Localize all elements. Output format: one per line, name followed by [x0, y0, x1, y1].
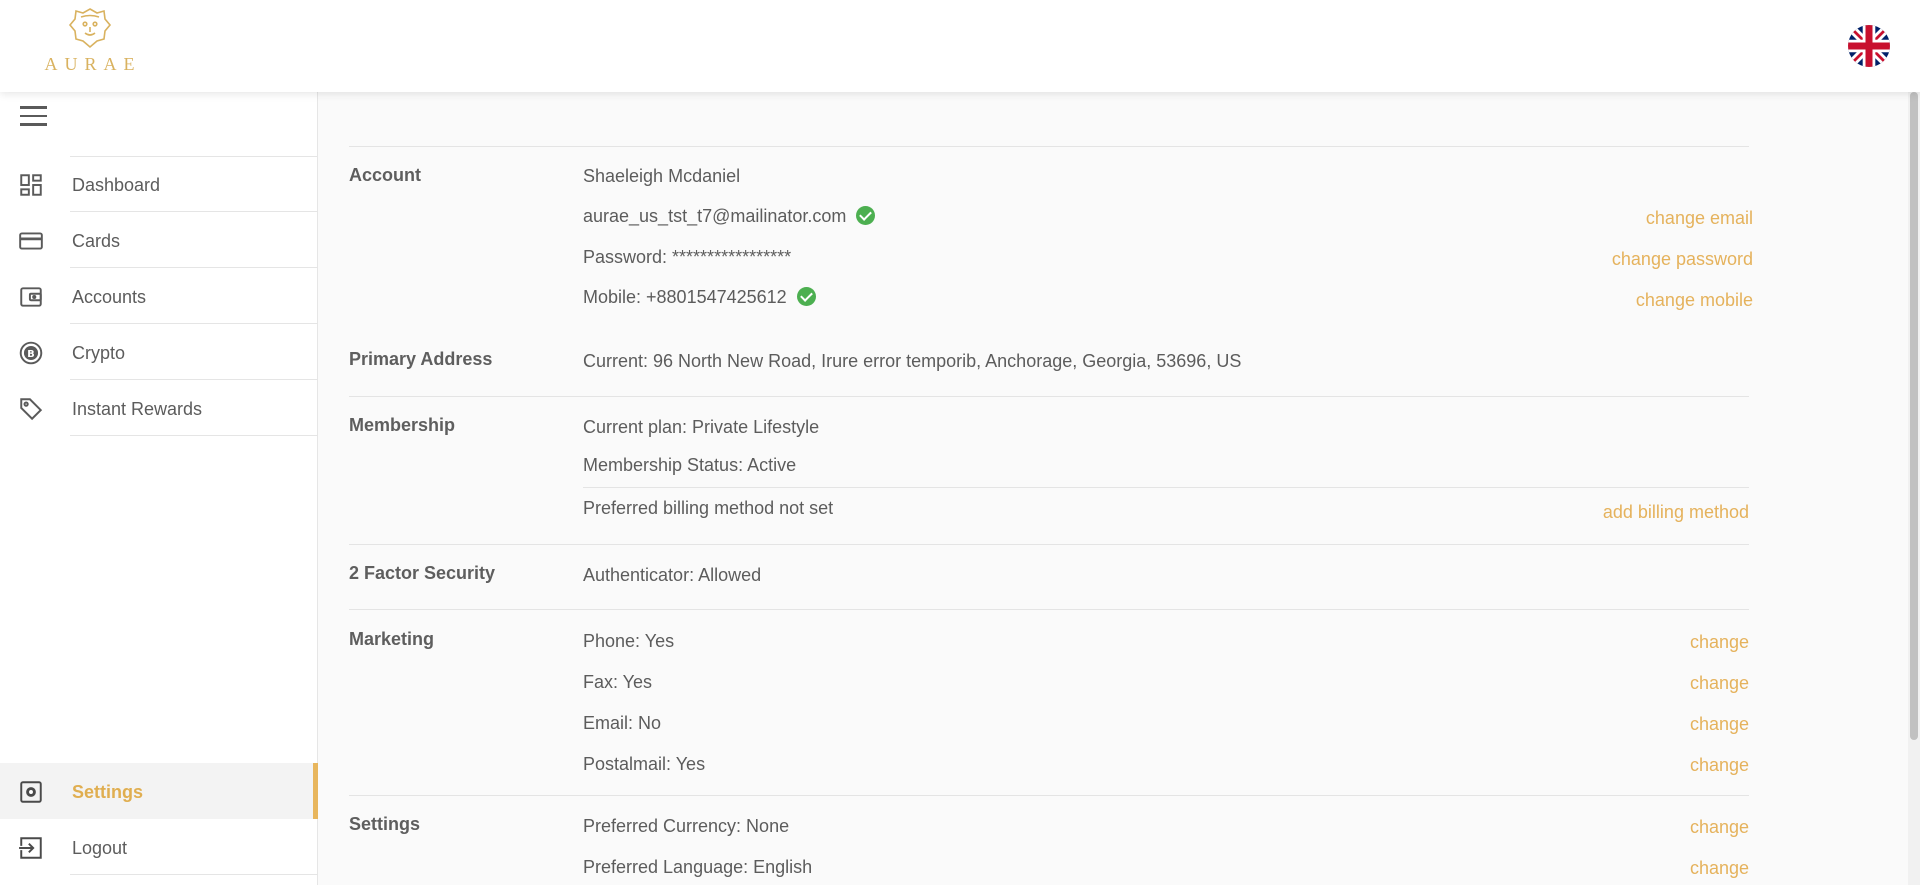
section-divider [349, 146, 1749, 147]
section-divider [349, 544, 1749, 545]
brand-name: AURAE [44, 54, 142, 74]
sidebar-item-logout[interactable]: Logout [0, 819, 318, 875]
section-divider [349, 396, 1749, 397]
scrollbar-thumb[interactable] [1910, 92, 1918, 740]
svg-text:B: B [27, 349, 34, 360]
sidebar-item-settings[interactable]: Settings [0, 763, 318, 819]
membership-status: Membership Status: Active [583, 455, 797, 475]
sidebar-item-dashboard[interactable]: Dashboard [0, 156, 318, 212]
marketing-email: Email: No [583, 713, 662, 733]
account-email: aurae_us_tst_t7@mailinator.com [583, 206, 847, 226]
account-password: Password: ***************** [583, 247, 792, 267]
row-divider [583, 487, 1749, 488]
wallet-icon [20, 287, 42, 307]
section-divider [349, 609, 1749, 610]
sidebar-item-label: Dashboard [72, 175, 161, 195]
change-fax-link[interactable]: change [1690, 673, 1749, 694]
preferred-billing-method: Preferred billing method not set [583, 498, 834, 518]
settings-section-title: Settings [349, 814, 421, 834]
settings-icon [20, 781, 42, 803]
united-kingdom-flag-icon[interactable] [1848, 25, 1890, 67]
tag-icon [20, 398, 43, 421]
change-currency-link[interactable]: change [1690, 817, 1749, 838]
logout-icon [19, 837, 42, 859]
sidebar-nav: Dashboard Cards Accounts B Crypto Instan… [0, 156, 318, 436]
account-section-title: Account [349, 165, 421, 185]
sidebar-item-label: Crypto [72, 343, 126, 363]
section-divider [349, 795, 1749, 796]
aurae-logo[interactable]: AURAE [38, 6, 142, 78]
sidebar-item-accounts[interactable]: Accounts [0, 268, 318, 324]
marketing-postalmail: Postalmail: Yes [583, 754, 706, 774]
account-mobile-row: Mobile: +8801547425612 [583, 287, 816, 308]
change-language-link[interactable]: change [1690, 858, 1749, 879]
change-password-link[interactable]: change password [1612, 249, 1753, 270]
dashboard-icon [20, 174, 42, 196]
authenticator-status: Authenticator: Allowed [583, 565, 762, 585]
sidebar-item-label: Accounts [72, 287, 147, 307]
verified-check-icon [856, 206, 876, 225]
lion-logo-icon [68, 8, 112, 49]
membership-plan: Current plan: Private Lifestyle [583, 417, 820, 437]
marketing-section-title: Marketing [349, 629, 435, 649]
account-name: Shaeleigh Mcdaniel [583, 166, 741, 186]
change-email-link[interactable]: change email [1646, 208, 1753, 229]
change-mobile-link[interactable]: change mobile [1636, 290, 1753, 311]
settings-content: Account Shaeleigh Mcdaniel aurae_us_tst_… [318, 92, 1908, 885]
sidebar-item-label: Instant Rewards [72, 399, 203, 419]
change-postalmail-link[interactable]: change [1690, 755, 1749, 776]
primary-address-current: Current: 96 North New Road, Irure error … [583, 351, 1242, 371]
top-header: AURAE [0, 0, 1920, 92]
sidebar-item-crypto[interactable]: B Crypto [0, 324, 318, 380]
credit-card-icon [19, 232, 43, 250]
primary-address-section-title: Primary Address [349, 349, 493, 369]
sidebar: Dashboard Cards Accounts B Crypto Instan… [0, 92, 318, 885]
marketing-fax: Fax: Yes [583, 672, 653, 692]
sidebar-item-label: Settings [72, 782, 144, 802]
marketing-phone: Phone: Yes [583, 631, 675, 651]
bitcoin-icon: B [19, 341, 43, 365]
menu-icon[interactable] [20, 106, 47, 130]
change-marketing-email-link[interactable]: change [1690, 714, 1749, 735]
account-email-row: aurae_us_tst_t7@mailinator.com [583, 206, 876, 227]
account-mobile: Mobile: +8801547425612 [583, 287, 787, 307]
sidebar-item-label: Cards [72, 231, 121, 251]
membership-section-title: Membership [349, 415, 456, 435]
sidebar-item-cards[interactable]: Cards [0, 212, 318, 268]
preferred-language: Preferred Language: English [583, 857, 813, 877]
sidebar-item-label: Logout [72, 838, 128, 858]
two-factor-section-title: 2 Factor Security [349, 563, 496, 583]
sidebar-item-instant-rewards[interactable]: Instant Rewards [0, 380, 318, 436]
add-billing-method-link[interactable]: add billing method [1603, 502, 1749, 523]
sidebar-bottom-nav: Settings Logout [0, 763, 318, 875]
verified-check-icon [796, 287, 816, 306]
change-phone-link[interactable]: change [1690, 632, 1749, 653]
preferred-currency: Preferred Currency: None [583, 816, 790, 836]
